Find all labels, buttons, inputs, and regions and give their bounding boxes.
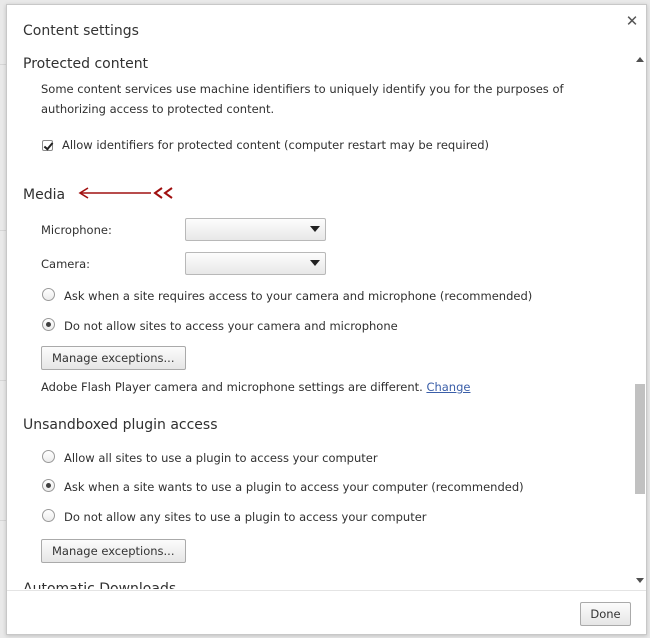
media-ask-radio[interactable] [42,288,55,301]
unsandboxed-plugin-heading: Unsandboxed plugin access [23,417,218,433]
media-block-radio[interactable] [42,318,55,331]
dialog-title: Content settings [23,23,139,39]
allow-identifiers-checkbox[interactable] [42,140,53,151]
flash-note-text: Adobe Flash Player camera and microphone… [41,380,423,394]
scroll-up-icon[interactable] [636,57,644,62]
media-block-label[interactable]: Do not allow sites to access your camera… [64,319,398,333]
media-heading: Media [23,187,66,203]
plugin-manage-exceptions-button[interactable]: Manage exceptions... [41,539,186,563]
plugin-allow-all-radio[interactable] [42,450,55,463]
media-manage-exceptions-button[interactable]: Manage exceptions... [41,346,186,370]
protected-content-description: Some content services use machine identi… [41,82,564,116]
media-ask-label[interactable]: Ask when a site requires access to your … [64,289,532,303]
settings-scroll-area[interactable]: Protected content Some content services … [7,49,632,589]
content-settings-dialog: Content settings ✕ Protected content Som… [6,4,647,635]
microphone-label: Microphone: [41,223,112,237]
settings-scrollbar[interactable] [633,49,646,589]
flash-change-link[interactable]: Change [426,380,470,394]
plugin-block-radio[interactable] [42,509,55,522]
done-button[interactable]: Done [580,602,631,626]
chevron-down-icon [310,260,320,266]
close-icon[interactable]: ✕ [625,14,639,29]
plugin-ask-label[interactable]: Ask when a site wants to use a plugin to… [64,480,524,494]
annotation-arrow-icon [78,187,173,199]
allow-identifiers-label[interactable]: Allow identifiers for protected content … [62,138,489,152]
camera-select[interactable] [185,252,326,275]
plugin-ask-radio[interactable] [42,479,55,492]
protected-content-heading: Protected content [23,56,149,72]
automatic-downloads-heading: Automatic Downloads [23,581,177,589]
plugin-block-label[interactable]: Do not allow any sites to use a plugin t… [64,510,427,524]
scroll-down-icon[interactable] [636,578,644,583]
microphone-select[interactable] [185,218,326,241]
chevron-down-icon [310,226,320,232]
camera-label: Camera: [41,257,91,271]
footer-divider [7,590,646,591]
scrollbar-thumb[interactable] [635,384,645,494]
plugin-allow-all-label[interactable]: Allow all sites to use a plugin to acces… [64,451,378,465]
flash-settings-note: Adobe Flash Player camera and microphone… [41,380,470,394]
